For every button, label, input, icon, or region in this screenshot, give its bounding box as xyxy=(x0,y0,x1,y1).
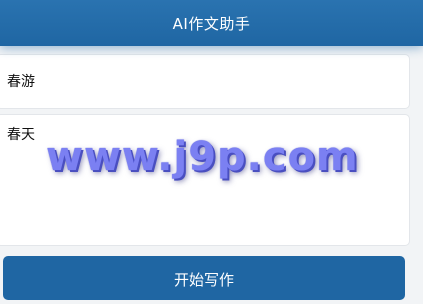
start-writing-label: 开始写作 xyxy=(173,271,234,289)
app-header: AI作文助手 xyxy=(0,0,423,46)
start-writing-button[interactable]: 开始写作 xyxy=(3,256,405,300)
topic-input-value: 春游 xyxy=(7,74,35,90)
topic-input[interactable]: 春游 xyxy=(0,54,410,109)
content-textarea[interactable]: 春天 xyxy=(0,114,410,246)
content-textarea-value: 春天 xyxy=(7,127,35,143)
page-title: AI作文助手 xyxy=(172,14,251,33)
